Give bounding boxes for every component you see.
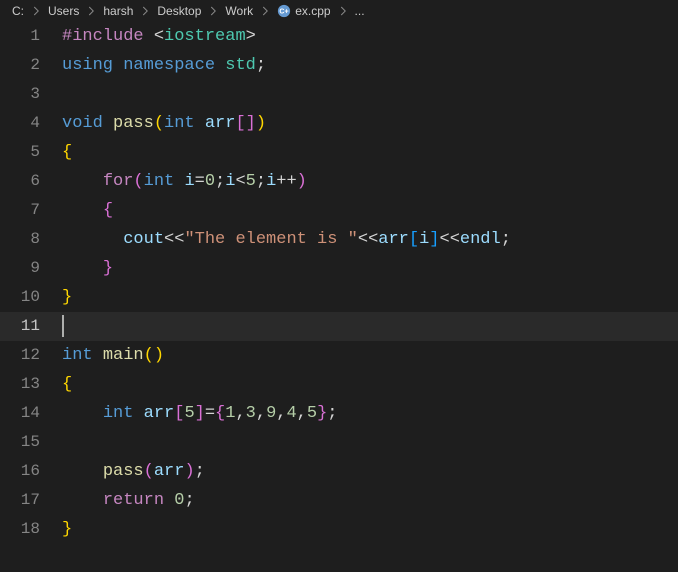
code-line[interactable]: 12int main()	[0, 341, 678, 370]
code-content[interactable]: pass(arr);	[62, 457, 205, 486]
code-content[interactable]: }	[62, 254, 113, 283]
chevron-right-icon	[139, 5, 151, 17]
line-number: 5	[0, 138, 62, 167]
line-number: 6	[0, 167, 62, 196]
code-line[interactable]: 1#include <iostream>	[0, 22, 678, 51]
line-number: 8	[0, 225, 62, 254]
breadcrumb-segment[interactable]: ex.cpp	[295, 4, 330, 18]
cpp-file-icon: C+	[277, 4, 291, 18]
code-line[interactable]: 8 cout<<"The element is "<<arr[i]<<endl;	[0, 225, 678, 254]
breadcrumb-segment[interactable]: harsh	[103, 4, 133, 18]
text-cursor	[62, 315, 64, 337]
svg-text:C+: C+	[280, 9, 289, 16]
line-number: 7	[0, 196, 62, 225]
code-line[interactable]: 4void pass(int arr[])	[0, 109, 678, 138]
code-content[interactable]: }	[62, 515, 72, 544]
line-number: 15	[0, 428, 62, 457]
code-line[interactable]: 14 int arr[5]={1,3,9,4,5};	[0, 399, 678, 428]
breadcrumb-segment[interactable]: Desktop	[157, 4, 201, 18]
code-line[interactable]: 9 }	[0, 254, 678, 283]
line-number: 17	[0, 486, 62, 515]
code-editor[interactable]: 1#include <iostream>2using namespace std…	[0, 22, 678, 544]
line-number: 2	[0, 51, 62, 80]
code-content[interactable]: {	[62, 370, 72, 399]
code-content[interactable]: }	[62, 283, 72, 312]
chevron-right-icon	[85, 5, 97, 17]
code-line[interactable]: 15	[0, 428, 678, 457]
code-content[interactable]: #include <iostream>	[62, 22, 256, 51]
chevron-right-icon	[259, 5, 271, 17]
code-line[interactable]: 5{	[0, 138, 678, 167]
breadcrumb-segment[interactable]: C:	[12, 4, 24, 18]
code-content[interactable]: return 0;	[62, 486, 195, 515]
line-number: 3	[0, 80, 62, 109]
code-content[interactable]	[62, 312, 64, 341]
code-content[interactable]: {	[62, 138, 72, 167]
line-number: 4	[0, 109, 62, 138]
line-number: 13	[0, 370, 62, 399]
line-number: 12	[0, 341, 62, 370]
line-number: 16	[0, 457, 62, 486]
code-content[interactable]: {	[62, 196, 113, 225]
breadcrumb: C: Users harsh Desktop Work C+ ex.cpp...	[0, 0, 678, 22]
line-number: 1	[0, 22, 62, 51]
code-content[interactable]: void pass(int arr[])	[62, 109, 266, 138]
line-number: 9	[0, 254, 62, 283]
code-line[interactable]: 3	[0, 80, 678, 109]
code-line[interactable]: 6 for(int i=0;i<5;i++)	[0, 167, 678, 196]
code-line[interactable]: 16 pass(arr);	[0, 457, 678, 486]
code-line[interactable]: 13{	[0, 370, 678, 399]
code-line[interactable]: 18}	[0, 515, 678, 544]
line-number: 10	[0, 283, 62, 312]
code-line[interactable]: 11	[0, 312, 678, 341]
code-line[interactable]: 2using namespace std;	[0, 51, 678, 80]
breadcrumb-segment[interactable]: Users	[48, 4, 79, 18]
code-content[interactable]: cout<<"The element is "<<arr[i]<<endl;	[62, 225, 511, 254]
line-number: 14	[0, 399, 62, 428]
breadcrumb-segment[interactable]: Work	[225, 4, 253, 18]
chevron-right-icon	[337, 5, 349, 17]
code-content[interactable]: int main()	[62, 341, 164, 370]
code-content[interactable]: for(int i=0;i<5;i++)	[62, 167, 307, 196]
chevron-right-icon	[207, 5, 219, 17]
code-line[interactable]: 7 {	[0, 196, 678, 225]
code-content[interactable]: int arr[5]={1,3,9,4,5};	[62, 399, 337, 428]
line-number: 18	[0, 515, 62, 544]
code-line[interactable]: 10}	[0, 283, 678, 312]
chevron-right-icon	[30, 5, 42, 17]
code-line[interactable]: 17 return 0;	[0, 486, 678, 515]
breadcrumb-segment[interactable]: ...	[355, 4, 365, 18]
line-number: 11	[0, 312, 62, 341]
code-content[interactable]: using namespace std;	[62, 51, 266, 80]
